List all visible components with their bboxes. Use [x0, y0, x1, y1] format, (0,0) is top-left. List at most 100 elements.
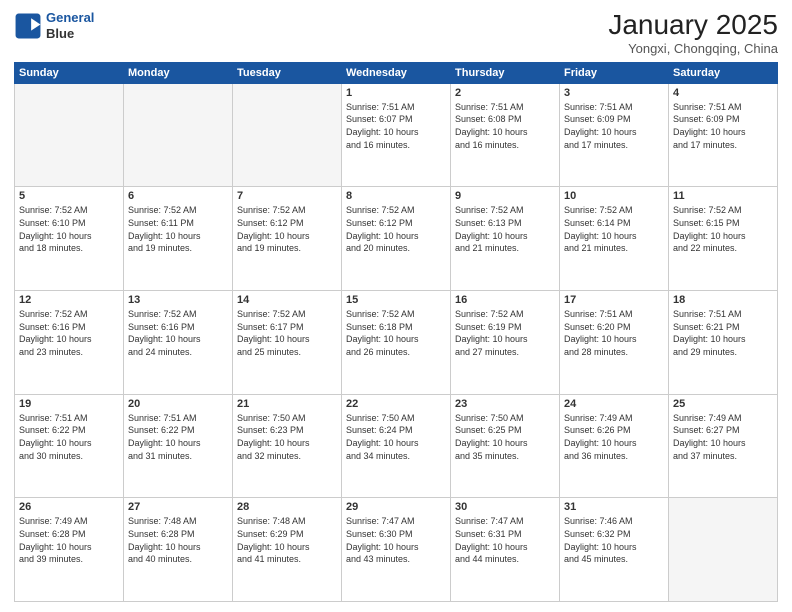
- calendar-cell: 19Sunrise: 7:51 AM Sunset: 6:22 PM Dayli…: [15, 394, 124, 498]
- calendar-cell: 26 Sunrise: 7:49 AM Sunset: 6:28 PM Dayli…: [15, 498, 124, 602]
- calendar-cell: 18 Sunrise: 7:51 AM Sunset: 6:21 PM Dayli…: [669, 291, 778, 395]
- day-number: 15: [346, 294, 446, 306]
- day-info: Sunrise: 7:47 AM Sunset: 6:30 PM Dayligh…: [346, 515, 446, 565]
- main-title: January 2025: [608, 10, 778, 41]
- calendar-cell: 17 Sunrise: 7:51 AM Sunset: 6:20 PM Dayli…: [560, 291, 669, 395]
- day-info: Sunrise: 7:51 AM Sunset: 6:20 PM Dayligh…: [564, 308, 664, 358]
- day-number: 16: [455, 294, 555, 306]
- day-number: 31: [564, 501, 664, 513]
- week-row-4: 19 Sunrise: 7:51 AM Sunset: 6:22 PM Dayli…: [15, 394, 778, 498]
- day-info: Sunrise: 7:51 AM Sunset: 6:09 PM Dayligh…: [673, 101, 773, 151]
- day-info: Sunrise: 7:52 AM Sunset: 6:11 PM Dayligh…: [128, 204, 228, 254]
- day-info: Sunrise: 7:50 AM Sunset: 6:25 PM Dayligh…: [455, 412, 555, 462]
- day-info: Sunrise: 7:52 AM Sunset: 6:15 PM Dayligh…: [673, 204, 773, 254]
- calendar-cell: 12Sunrise: 7:52 AM Sunset: 6:16 PM Dayli…: [15, 291, 124, 395]
- calendar-cell: 25 Sunrise: 7:49 AM Sunset: 6:27 PM Dayli…: [669, 394, 778, 498]
- title-block: January 2025 Yongxi, Chongqing, China: [608, 10, 778, 56]
- day-info: Sunrise: 7:52 AM Sunset: 6:12 PM Dayligh…: [346, 204, 446, 254]
- day-info: Sunrise: 7:49 AM Sunset: 6:27 PM Dayligh…: [673, 412, 773, 462]
- day-info: Sunrise: 7:47 AM Sunset: 6:31 PM Dayligh…: [455, 515, 555, 565]
- day-number: 13: [128, 294, 228, 306]
- calendar-cell: 1Sunrise: 7:51 AM Sunset: 6:07 PM Daylig…: [342, 83, 451, 187]
- day-info: Sunrise: 7:51 AM Sunset: 6:08 PM Dayligh…: [455, 101, 555, 151]
- day-number: 8: [346, 190, 446, 202]
- calendar-cell: 22 Sunrise: 7:50 AM Sunset: 6:24 PM Dayli…: [342, 394, 451, 498]
- day-number: 14: [237, 294, 337, 306]
- calendar-cell: 20Sunrise: 7:51 AM Sunset: 6:22 PM Dayli…: [124, 394, 233, 498]
- day-info: Sunrise: 7:52 AM Sunset: 6:13 PM Dayligh…: [455, 204, 555, 254]
- day-number: 28: [237, 501, 337, 513]
- weekday-header-wednesday: Wednesday: [342, 62, 451, 83]
- day-info: Sunrise: 7:49 AM Sunset: 6:26 PM Dayligh…: [564, 412, 664, 462]
- logo: General Blue: [14, 10, 94, 41]
- calendar-cell: 3 Sunrise: 7:51 AM Sunset: 6:09 PM Daylig…: [560, 83, 669, 187]
- calendar-cell: 14 Sunrise: 7:52 AM Sunset: 6:17 PM Dayli…: [233, 291, 342, 395]
- day-number: 30: [455, 501, 555, 513]
- day-number: 7: [237, 190, 337, 202]
- day-info: Sunrise: 7:48 AM Sunset: 6:29 PM Dayligh…: [237, 515, 337, 565]
- calendar-cell: 30 Sunrise: 7:47 AM Sunset: 6:31 PM Dayli…: [451, 498, 560, 602]
- day-info: Sunrise: 7:52 AM Sunset: 6:17 PM Dayligh…: [237, 308, 337, 358]
- day-number: 22: [346, 398, 446, 410]
- day-info: Sunrise: 7:52 AM Sunset: 6:16 PM Dayligh…: [19, 308, 119, 358]
- day-number: 26: [19, 501, 119, 513]
- day-info: Sunrise: 7:52 AM Sunset: 6:12 PM Dayligh…: [237, 204, 337, 254]
- day-info: Sunrise: 7:48 AM Sunset: 6:28 PM Dayligh…: [128, 515, 228, 565]
- calendar-cell: 16 Sunrise: 7:52 AM Sunset: 6:19 PM Dayli…: [451, 291, 560, 395]
- logo-line1: General: [46, 10, 94, 25]
- day-number: 2: [455, 87, 555, 99]
- weekday-header-sunday: Sunday: [15, 62, 124, 83]
- day-number: 18: [673, 294, 773, 306]
- day-info: Sunrise: 7:52 AM Sunset: 6:18 PM Dayligh…: [346, 308, 446, 358]
- day-info: Sunrise: 7:50 AM Sunset: 6:23 PM Dayligh…: [237, 412, 337, 462]
- calendar-cell: 24 Sunrise: 7:49 AM Sunset: 6:26 PM Dayli…: [560, 394, 669, 498]
- day-info: Sunrise: 7:52 AM Sunset: 6:19 PM Dayligh…: [455, 308, 555, 358]
- header: General Blue January 2025 Yongxi, Chongq…: [14, 10, 778, 56]
- weekday-header-thursday: Thursday: [451, 62, 560, 83]
- day-number: 3: [564, 87, 664, 99]
- day-info: Sunrise: 7:51 AM Sunset: 6:09 PM Dayligh…: [564, 101, 664, 151]
- calendar-cell: 28 Sunrise: 7:48 AM Sunset: 6:29 PM Dayli…: [233, 498, 342, 602]
- day-number: 19: [19, 398, 119, 410]
- day-info: Sunrise: 7:52 AM Sunset: 6:10 PM Dayligh…: [19, 204, 119, 254]
- day-number: 11: [673, 190, 773, 202]
- day-info: Sunrise: 7:51 AM Sunset: 6:07 PM Dayligh…: [346, 101, 446, 151]
- calendar-table: SundayMondayTuesdayWednesdayThursdayFrid…: [14, 62, 778, 602]
- day-number: 27: [128, 501, 228, 513]
- week-row-5: 26 Sunrise: 7:49 AM Sunset: 6:28 PM Dayli…: [15, 498, 778, 602]
- calendar-cell: [15, 83, 124, 187]
- day-number: 25: [673, 398, 773, 410]
- week-row-2: 5 Sunrise: 7:52 AM Sunset: 6:10 PM Daylig…: [15, 187, 778, 291]
- day-number: 6: [128, 190, 228, 202]
- calendar-cell: 8 Sunrise: 7:52 AM Sunset: 6:12 PM Daylig…: [342, 187, 451, 291]
- calendar-cell: 7 Sunrise: 7:52 AM Sunset: 6:12 PM Daylig…: [233, 187, 342, 291]
- day-number: 5: [19, 190, 119, 202]
- day-number: 17: [564, 294, 664, 306]
- day-info: Sunrise: 7:51 AM Sunset: 6:22 PM Dayligh…: [128, 412, 228, 462]
- day-number: 29: [346, 501, 446, 513]
- weekday-header-row: SundayMondayTuesdayWednesdayThursdayFrid…: [15, 62, 778, 83]
- calendar-cell: [669, 498, 778, 602]
- day-number: 9: [455, 190, 555, 202]
- day-number: 4: [673, 87, 773, 99]
- calendar-cell: 15 Sunrise: 7:52 AM Sunset: 6:18 PM Dayli…: [342, 291, 451, 395]
- calendar-cell: 5 Sunrise: 7:52 AM Sunset: 6:10 PM Daylig…: [15, 187, 124, 291]
- day-info: Sunrise: 7:51 AM Sunset: 6:21 PM Dayligh…: [673, 308, 773, 358]
- day-number: 23: [455, 398, 555, 410]
- week-row-1: 1Sunrise: 7:51 AM Sunset: 6:07 PM Daylig…: [15, 83, 778, 187]
- calendar-cell: 31 Sunrise: 7:46 AM Sunset: 6:32 PM Dayli…: [560, 498, 669, 602]
- day-info: Sunrise: 7:50 AM Sunset: 6:24 PM Dayligh…: [346, 412, 446, 462]
- weekday-header-monday: Monday: [124, 62, 233, 83]
- calendar-cell: 10Sunrise: 7:52 AM Sunset: 6:14 PM Dayli…: [560, 187, 669, 291]
- calendar-cell: 4 Sunrise: 7:51 AM Sunset: 6:09 PM Daylig…: [669, 83, 778, 187]
- subtitle: Yongxi, Chongqing, China: [608, 41, 778, 56]
- calendar-cell: 2 Sunrise: 7:51 AM Sunset: 6:08 PM Daylig…: [451, 83, 560, 187]
- day-number: 24: [564, 398, 664, 410]
- day-info: Sunrise: 7:49 AM Sunset: 6:28 PM Dayligh…: [19, 515, 119, 565]
- calendar-cell: 9 Sunrise: 7:52 AM Sunset: 6:13 PM Daylig…: [451, 187, 560, 291]
- weekday-header-friday: Friday: [560, 62, 669, 83]
- day-info: Sunrise: 7:52 AM Sunset: 6:16 PM Dayligh…: [128, 308, 228, 358]
- calendar-cell: 11 Sunrise: 7:52 AM Sunset: 6:15 PM Dayli…: [669, 187, 778, 291]
- calendar-cell: 23 Sunrise: 7:50 AM Sunset: 6:25 PM Dayli…: [451, 394, 560, 498]
- day-info: Sunrise: 7:46 AM Sunset: 6:32 PM Dayligh…: [564, 515, 664, 565]
